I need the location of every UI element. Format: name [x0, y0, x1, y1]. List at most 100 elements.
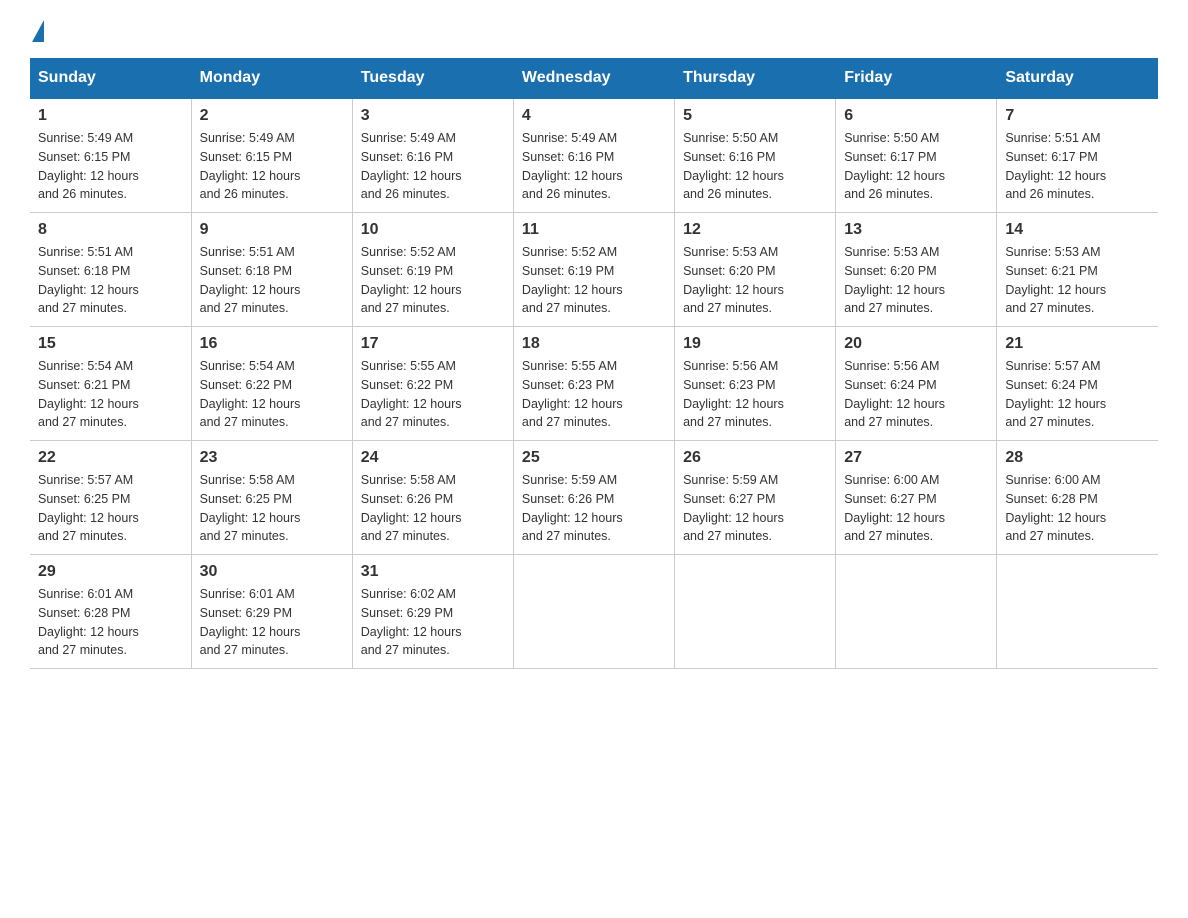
day-info: Sunrise: 5:50 AMSunset: 6:17 PMDaylight:… [844, 129, 988, 204]
calendar-cell: 29Sunrise: 6:01 AMSunset: 6:28 PMDayligh… [30, 555, 191, 669]
day-info: Sunrise: 5:53 AMSunset: 6:20 PMDaylight:… [844, 243, 988, 318]
day-number: 15 [38, 335, 183, 353]
day-info: Sunrise: 5:49 AMSunset: 6:15 PMDaylight:… [38, 129, 183, 204]
day-number: 26 [683, 449, 827, 467]
day-info: Sunrise: 5:53 AMSunset: 6:21 PMDaylight:… [1005, 243, 1150, 318]
day-info: Sunrise: 5:53 AMSunset: 6:20 PMDaylight:… [683, 243, 827, 318]
logo-triangle-icon [32, 20, 44, 42]
weekday-header-monday: Monday [191, 59, 352, 99]
day-info: Sunrise: 6:01 AMSunset: 6:29 PMDaylight:… [200, 585, 344, 660]
day-number: 16 [200, 335, 344, 353]
calendar-week-row: 29Sunrise: 6:01 AMSunset: 6:28 PMDayligh… [30, 555, 1158, 669]
day-number: 4 [522, 107, 666, 125]
calendar-cell: 6Sunrise: 5:50 AMSunset: 6:17 PMDaylight… [836, 98, 997, 213]
day-number: 2 [200, 107, 344, 125]
day-number: 20 [844, 335, 988, 353]
calendar-cell [513, 555, 674, 669]
calendar-cell: 26 Sunrise: 5:59 AMSunset: 6:27 PMDayligh… [675, 441, 836, 555]
day-number: 3 [361, 107, 505, 125]
calendar-cell: 5 Sunrise: 5:50 AMSunset: 6:16 PMDaylight… [675, 98, 836, 213]
calendar-week-row: 15 Sunrise: 5:54 AMSunset: 6:21 PMDayligh… [30, 327, 1158, 441]
day-number: 11 [522, 221, 666, 239]
calendar-cell: 4 Sunrise: 5:49 AMSunset: 6:16 PMDaylight… [513, 98, 674, 213]
day-info: Sunrise: 5:58 AMSunset: 6:25 PMDaylight:… [200, 471, 344, 546]
calendar-cell: 31 Sunrise: 6:02 AMSunset: 6:29 PMDayligh… [352, 555, 513, 669]
calendar-cell: 22 Sunrise: 5:57 AMSunset: 6:25 PMDayligh… [30, 441, 191, 555]
calendar-table: SundayMondayTuesdayWednesdayThursdayFrid… [30, 58, 1158, 669]
day-info: Sunrise: 5:49 AMSunset: 6:15 PMDaylight:… [200, 129, 344, 204]
calendar-cell: 19 Sunrise: 5:56 AMSunset: 6:23 PMDayligh… [675, 327, 836, 441]
calendar-cell: 23 Sunrise: 5:58 AMSunset: 6:25 PMDayligh… [191, 441, 352, 555]
calendar-cell [675, 555, 836, 669]
day-number: 30 [200, 563, 344, 581]
day-info: Sunrise: 5:49 AMSunset: 6:16 PMDaylight:… [361, 129, 505, 204]
weekday-header-tuesday: Tuesday [352, 59, 513, 99]
weekday-header-row: SundayMondayTuesdayWednesdayThursdayFrid… [30, 59, 1158, 99]
day-info: Sunrise: 5:54 AMSunset: 6:22 PMDaylight:… [200, 357, 344, 432]
day-info: Sunrise: 5:55 AMSunset: 6:22 PMDaylight:… [361, 357, 505, 432]
day-number: 9 [200, 221, 344, 239]
day-info: Sunrise: 5:51 AMSunset: 6:18 PMDaylight:… [38, 243, 183, 318]
day-info: Sunrise: 6:00 AMSunset: 6:28 PMDaylight:… [1005, 471, 1150, 546]
calendar-cell: 30 Sunrise: 6:01 AMSunset: 6:29 PMDayligh… [191, 555, 352, 669]
day-number: 13 [844, 221, 988, 239]
calendar-cell: 15 Sunrise: 5:54 AMSunset: 6:21 PMDayligh… [30, 327, 191, 441]
calendar-cell: 13 Sunrise: 5:53 AMSunset: 6:20 PMDayligh… [836, 213, 997, 327]
calendar-cell: 28 Sunrise: 6:00 AMSunset: 6:28 PMDayligh… [997, 441, 1158, 555]
weekday-header-saturday: Saturday [997, 59, 1158, 99]
calendar-week-row: 22 Sunrise: 5:57 AMSunset: 6:25 PMDayligh… [30, 441, 1158, 555]
day-info: Sunrise: 5:51 AMSunset: 6:18 PMDaylight:… [200, 243, 344, 318]
day-info: Sunrise: 5:57 AMSunset: 6:25 PMDaylight:… [38, 471, 183, 546]
day-number: 5 [683, 107, 827, 125]
day-number: 28 [1005, 449, 1150, 467]
day-number: 22 [38, 449, 183, 467]
day-number: 19 [683, 335, 827, 353]
day-number: 10 [361, 221, 505, 239]
calendar-cell: 9 Sunrise: 5:51 AMSunset: 6:18 PMDaylight… [191, 213, 352, 327]
day-number: 23 [200, 449, 344, 467]
day-number: 12 [683, 221, 827, 239]
calendar-cell: 25 Sunrise: 5:59 AMSunset: 6:26 PMDayligh… [513, 441, 674, 555]
calendar-cell: 12 Sunrise: 5:53 AMSunset: 6:20 PMDayligh… [675, 213, 836, 327]
day-info: Sunrise: 5:49 AMSunset: 6:16 PMDaylight:… [522, 129, 666, 204]
weekday-header-thursday: Thursday [675, 59, 836, 99]
calendar-cell: 3 Sunrise: 5:49 AMSunset: 6:16 PMDaylight… [352, 98, 513, 213]
day-info: Sunrise: 6:02 AMSunset: 6:29 PMDaylight:… [361, 585, 505, 660]
day-info: Sunrise: 5:59 AMSunset: 6:26 PMDaylight:… [522, 471, 666, 546]
calendar-cell: 18 Sunrise: 5:55 AMSunset: 6:23 PMDayligh… [513, 327, 674, 441]
calendar-cell: 7Sunrise: 5:51 AMSunset: 6:17 PMDaylight… [997, 98, 1158, 213]
page-header [30, 20, 1158, 38]
day-number: 29 [38, 563, 183, 581]
logo-text [30, 20, 46, 42]
day-info: Sunrise: 5:54 AMSunset: 6:21 PMDaylight:… [38, 357, 183, 432]
day-info: Sunrise: 5:59 AMSunset: 6:27 PMDaylight:… [683, 471, 827, 546]
day-number: 31 [361, 563, 505, 581]
day-info: Sunrise: 6:00 AMSunset: 6:27 PMDaylight:… [844, 471, 988, 546]
calendar-cell: 16 Sunrise: 5:54 AMSunset: 6:22 PMDayligh… [191, 327, 352, 441]
day-info: Sunrise: 5:50 AMSunset: 6:16 PMDaylight:… [683, 129, 827, 204]
day-info: Sunrise: 5:55 AMSunset: 6:23 PMDaylight:… [522, 357, 666, 432]
day-info: Sunrise: 5:52 AMSunset: 6:19 PMDaylight:… [522, 243, 666, 318]
day-number: 17 [361, 335, 505, 353]
day-number: 1 [38, 107, 183, 125]
calendar-cell: 21Sunrise: 5:57 AMSunset: 6:24 PMDayligh… [997, 327, 1158, 441]
day-number: 24 [361, 449, 505, 467]
day-info: Sunrise: 5:56 AMSunset: 6:23 PMDaylight:… [683, 357, 827, 432]
calendar-cell: 20Sunrise: 5:56 AMSunset: 6:24 PMDayligh… [836, 327, 997, 441]
day-number: 14 [1005, 221, 1150, 239]
calendar-cell: 8Sunrise: 5:51 AMSunset: 6:18 PMDaylight… [30, 213, 191, 327]
calendar-cell: 17 Sunrise: 5:55 AMSunset: 6:22 PMDayligh… [352, 327, 513, 441]
calendar-cell [997, 555, 1158, 669]
day-info: Sunrise: 5:57 AMSunset: 6:24 PMDaylight:… [1005, 357, 1150, 432]
weekday-header-friday: Friday [836, 59, 997, 99]
day-number: 25 [522, 449, 666, 467]
calendar-cell: 24 Sunrise: 5:58 AMSunset: 6:26 PMDayligh… [352, 441, 513, 555]
calendar-week-row: 8Sunrise: 5:51 AMSunset: 6:18 PMDaylight… [30, 213, 1158, 327]
day-number: 7 [1005, 107, 1150, 125]
calendar-cell: 10Sunrise: 5:52 AMSunset: 6:19 PMDayligh… [352, 213, 513, 327]
calendar-cell: 2 Sunrise: 5:49 AMSunset: 6:15 PMDaylight… [191, 98, 352, 213]
calendar-cell [836, 555, 997, 669]
logo [30, 20, 46, 38]
day-number: 18 [522, 335, 666, 353]
day-info: Sunrise: 5:58 AMSunset: 6:26 PMDaylight:… [361, 471, 505, 546]
